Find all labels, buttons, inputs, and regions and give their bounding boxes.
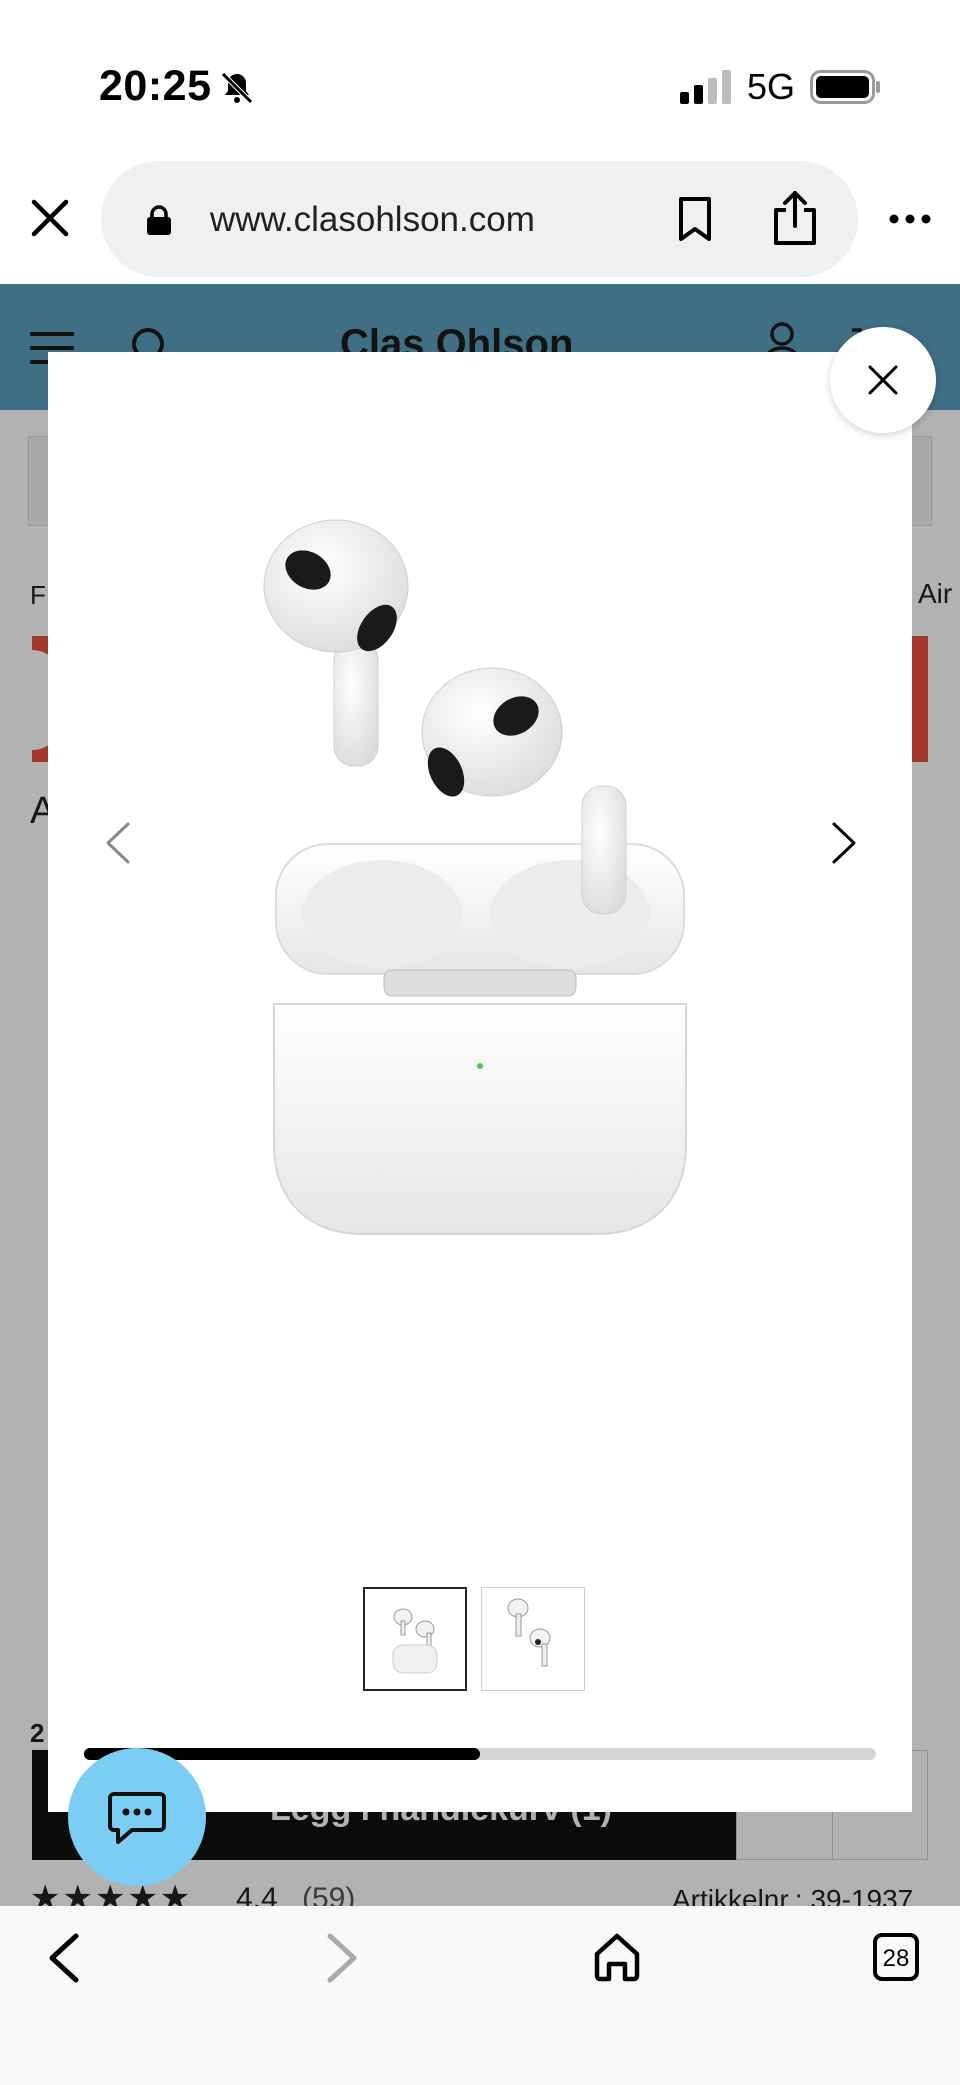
- product-image: [263, 519, 687, 1235]
- status-time: 20:25: [99, 62, 212, 110]
- browser-toolbar: [0, 1906, 960, 2085]
- forward-icon[interactable]: [324, 1932, 360, 1984]
- tab-count: 28: [882, 1945, 910, 1972]
- url-text[interactable]: www.clasohlson.com: [210, 200, 535, 240]
- chat-button[interactable]: [68, 1748, 206, 1886]
- chevron-left-icon[interactable]: [104, 820, 132, 866]
- bookmark-icon[interactable]: [678, 196, 712, 242]
- battery-icon: [810, 70, 880, 104]
- back-icon[interactable]: [46, 1932, 82, 1984]
- modal-close-button[interactable]: [830, 327, 936, 433]
- tabs-icon[interactable]: 28: [873, 1933, 919, 1981]
- share-icon[interactable]: [772, 190, 818, 246]
- chevron-right-icon[interactable]: [830, 820, 858, 866]
- chat-icon: [108, 1792, 166, 1844]
- home-icon[interactable]: [593, 1932, 641, 1982]
- thumbnail-image: [392, 1608, 438, 1674]
- network-type: 5G: [747, 66, 796, 107]
- gallery-thumbnail[interactable]: [481, 1587, 585, 1691]
- bell-slash-icon: [221, 72, 253, 104]
- more-icon[interactable]: [888, 208, 932, 230]
- thumbnail-image: [507, 1598, 551, 1667]
- lock-icon: [147, 205, 171, 235]
- gallery-thumbnail[interactable]: [363, 1587, 467, 1691]
- close-icon: [868, 365, 898, 395]
- signal-icon: [680, 70, 731, 104]
- close-icon[interactable]: [28, 196, 72, 240]
